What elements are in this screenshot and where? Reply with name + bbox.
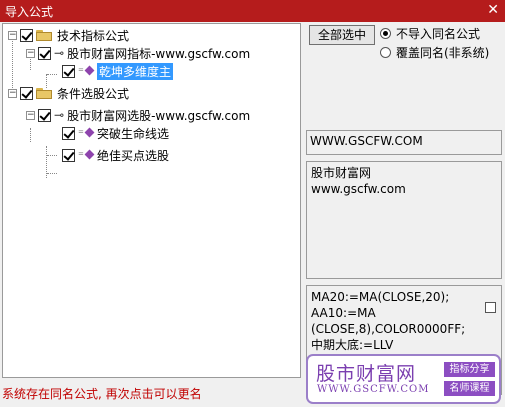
code-line: 中期大底:=LLV: [311, 338, 394, 352]
tree-group-indicator[interactable]: − 技术指标公式: [8, 26, 129, 44]
radio-dot[interactable]: [380, 28, 391, 39]
select-all-button[interactable]: 全部选中: [309, 25, 375, 45]
tree-item[interactable]: = 突破生命线选: [62, 124, 169, 142]
watermark-tag: 指标分享: [444, 362, 495, 377]
window-title: 导入公式: [5, 5, 54, 19]
website-text: WWW.GSCFW.COM: [310, 134, 423, 148]
folder-icon: [36, 87, 52, 99]
group-checkbox[interactable]: [20, 86, 33, 100]
key-icon: ⊸: [54, 46, 65, 60]
code-line: (CLOSE,8),COLOR0000FF;: [311, 322, 466, 336]
watermark-title: 股市财富网: [316, 363, 417, 385]
tree-source-screener[interactable]: − ⊸ 股市财富网选股-www.gscfw.com: [26, 106, 250, 124]
code-line: AA10:=MA: [311, 306, 376, 320]
group-checkbox[interactable]: [20, 28, 33, 42]
collapse-toggle[interactable]: −: [26, 48, 35, 58]
source-checkbox[interactable]: [38, 46, 51, 60]
source-label: 股市财富网指标-www.gscfw.com: [67, 46, 251, 61]
radio-dot[interactable]: [380, 47, 391, 58]
description-line: www.gscfw.com: [311, 182, 406, 196]
watermark-logo: 股市财富网 WWW.GSCFW.COM 指标分享 名师课程: [306, 354, 501, 404]
watermark-url: WWW.GSCFW.COM: [317, 384, 430, 395]
tree-source-indicator[interactable]: − ⊸ 股市财富网指标-www.gscfw.com: [26, 44, 250, 62]
collapse-toggle[interactable]: −: [8, 30, 17, 40]
website-field: WWW.GSCFW.COM: [306, 130, 502, 155]
tree-group-screener[interactable]: − 条件选股公式: [8, 84, 129, 102]
source-checkbox[interactable]: [38, 108, 51, 122]
collapse-toggle[interactable]: −: [8, 88, 17, 98]
formula-icon: =: [78, 65, 95, 77]
group-label: 技术指标公式: [57, 28, 130, 43]
watermark-tag: 名师课程: [444, 381, 495, 396]
item-label-selected: 乾坤多维度主: [97, 62, 174, 80]
close-icon[interactable]: ✕: [487, 2, 499, 18]
radio-skip-duplicates[interactable]: 不导入同名公式: [380, 25, 480, 42]
group-label: 条件选股公式: [57, 86, 130, 101]
radio-skip-label: 不导入同名公式: [396, 27, 481, 41]
radio-overwrite[interactable]: 覆盖同名(非系统): [380, 44, 489, 61]
item-checkbox[interactable]: [62, 148, 75, 162]
code-line: MA20:=MA(CLOSE,20);: [311, 290, 450, 304]
formula-tree[interactable]: − 技术指标公式 − ⊸ 股市财富网指标-www.gscfw.com = 乾坤多…: [2, 23, 301, 378]
key-icon: ⊸: [54, 108, 65, 122]
tree-item[interactable]: = 绝佳买点选股: [62, 146, 169, 164]
tree-item[interactable]: = 乾坤多维度主: [62, 62, 174, 80]
preview-checkbox[interactable]: [485, 302, 496, 313]
item-checkbox[interactable]: [62, 126, 75, 140]
item-label: 绝佳买点选股: [97, 148, 170, 163]
formula-icon: =: [78, 149, 95, 161]
collapse-toggle[interactable]: −: [26, 110, 35, 120]
source-label: 股市财富网选股-www.gscfw.com: [67, 108, 251, 123]
status-message: 系统存在同名公式, 再次点击可以更名: [2, 387, 202, 401]
item-label: 突破生命线选: [97, 126, 170, 141]
description-line: 股市财富网: [311, 166, 372, 180]
formula-icon: =: [78, 127, 95, 139]
title-bar: 导入公式 ✕: [0, 0, 505, 22]
description-box: 股市财富网 www.gscfw.com: [306, 161, 502, 279]
radio-overwrite-label: 覆盖同名(非系统): [396, 46, 490, 60]
folder-icon: [36, 29, 52, 41]
item-checkbox[interactable]: [62, 64, 75, 78]
